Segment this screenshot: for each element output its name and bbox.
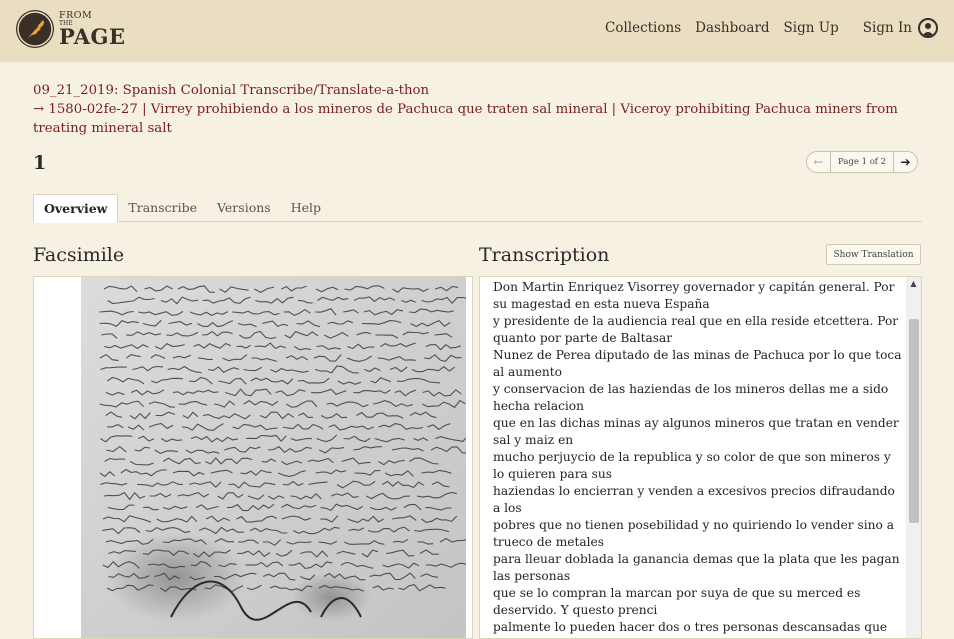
scroll-up-icon[interactable]: ▲ — [906, 279, 921, 291]
pager-label: Page 1 of 2 — [838, 157, 887, 167]
transcription-text: Don Martin Enriquez Visorrey governador … — [493, 279, 903, 638]
transcription-line: y presidente de la audiencia real que en… — [493, 314, 899, 345]
transcription-line: mucho perjuycio de la republica y so col… — [493, 450, 891, 481]
logo-from: FROM — [59, 9, 93, 21]
user-circle-icon — [918, 18, 938, 38]
tab-transcribe[interactable]: Transcribe — [118, 194, 207, 222]
top-navbar: FROM THE PAGE Collections Dashboard Sign… — [0, 0, 954, 62]
transcription-line: que en las dichas minas ay algunos miner… — [493, 416, 899, 447]
show-translation-button[interactable]: Show Translation — [826, 244, 921, 265]
logo-page: PAGE — [59, 24, 126, 50]
transcription-panel[interactable]: Don Martin Enriquez Visorrey governador … — [479, 276, 922, 639]
page-pager: ← Page 1 of 2 ➔ — [806, 151, 919, 173]
nav-signup-link[interactable]: Sign Up — [784, 20, 839, 36]
transcription-heading: Transcription — [479, 244, 610, 266]
transcription-line: pobres que no tienen posebilidad y no qu… — [493, 518, 894, 549]
breadcrumb-work-link[interactable]: 1580-02fe-27 | Virrey prohibiendo a los … — [33, 102, 898, 136]
facsimile-viewer[interactable] — [33, 276, 473, 639]
breadcrumb-arrow: → — [33, 102, 45, 117]
transcription-line: para lleuar doblada la ganancia demas qu… — [493, 552, 900, 583]
breadcrumb-collection-link[interactable]: 09_21_2019: Spanish Colonial Transcribe/… — [33, 83, 429, 98]
tab-versions[interactable]: Versions — [207, 194, 281, 222]
page-title: 1 — [33, 152, 47, 174]
main-nav: Collections Dashboard Sign Up Sign In — [591, 18, 938, 38]
tab-help[interactable]: Help — [281, 194, 331, 222]
breadcrumb: 09_21_2019: Spanish Colonial Transcribe/… — [33, 81, 923, 138]
signin-label: Sign In — [862, 20, 912, 36]
transcription-line: palmente lo pueden hacer dos o tres pers… — [493, 620, 888, 638]
arrow-right-icon[interactable]: ➔ — [893, 152, 917, 172]
transcription-scrollbar[interactable]: ▲ — [906, 277, 921, 638]
transcription-line: que se lo compran la marcan por suya de … — [493, 586, 861, 617]
nav-signin-link[interactable]: Sign In — [863, 18, 938, 38]
fromthepage-logo[interactable]: FROM THE PAGE — [16, 10, 126, 48]
manuscript-image[interactable] — [81, 277, 466, 639]
scroll-thumb[interactable] — [909, 319, 919, 523]
tab-overview[interactable]: Overview — [33, 194, 119, 223]
arrow-left-icon[interactable]: ← — [807, 152, 831, 172]
nav-dashboard-link[interactable]: Dashboard — [695, 20, 769, 36]
page-tabs: Overview Transcribe Versions Help — [33, 194, 922, 223]
transcription-line: y conservacion de las haziendas de los m… — [493, 382, 889, 413]
facsimile-heading: Facsimile — [33, 244, 125, 266]
nav-collections-link[interactable]: Collections — [605, 20, 681, 36]
transcription-line: haziendas lo encierran y venden a excesi… — [493, 484, 895, 515]
quill-logo-icon — [16, 10, 54, 48]
transcription-line: Nunez de Perea diputado de las minas de … — [493, 348, 902, 379]
transcription-line: Don Martin Enriquez Visorrey governador … — [493, 280, 895, 311]
